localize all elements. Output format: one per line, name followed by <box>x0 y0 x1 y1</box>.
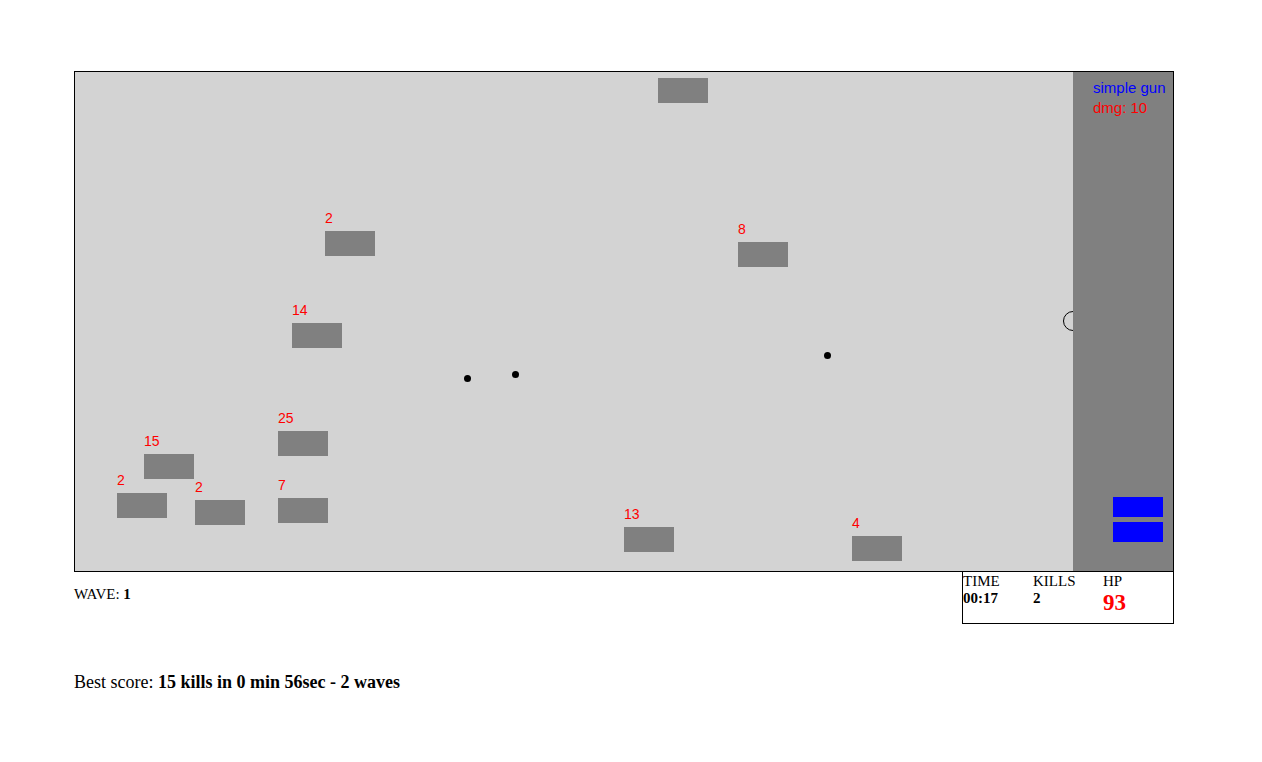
enemy-hp: 2 <box>117 471 125 489</box>
weapon-slot[interactable] <box>1113 497 1163 517</box>
game-board: 28142515227134simple gundmg: 10 <box>74 71 1174 572</box>
enemy-hp: 13 <box>624 505 640 523</box>
stat-value: 2 <box>1033 590 1103 607</box>
enemy-block <box>624 527 674 552</box>
enemy-hp: 8 <box>738 220 746 238</box>
enemy-block <box>738 242 788 267</box>
enemy: 25 <box>278 431 328 456</box>
enemy <box>658 78 708 103</box>
enemy-block <box>278 498 328 523</box>
enemy: 14 <box>292 323 342 348</box>
enemy-hp: 25 <box>278 409 294 427</box>
stat-value: 00:17 <box>963 590 1033 607</box>
game-page: 28142515227134simple gundmg: 10WAVE: 1TI… <box>0 0 1262 693</box>
enemy: 13 <box>624 527 674 552</box>
enemy: 4 <box>852 536 902 561</box>
wave-counter: WAVE: 1 <box>74 572 131 624</box>
enemy-block <box>292 323 342 348</box>
enemy: 2 <box>195 500 245 525</box>
enemy: 7 <box>278 498 328 523</box>
enemy-block <box>852 536 902 561</box>
bullet <box>824 352 831 359</box>
enemy-hp: 15 <box>144 432 160 450</box>
enemy-hp: 2 <box>195 478 203 496</box>
enemy-block <box>325 231 375 256</box>
enemy-block <box>658 78 708 103</box>
stat-label: TIME <box>963 573 1033 590</box>
weapon-name: simple gun <box>1093 78 1173 98</box>
stat-label: KILLS <box>1033 573 1103 590</box>
stat: TIME00:17 <box>963 573 1033 623</box>
enemy-hp: 7 <box>278 476 286 494</box>
weapon-damage: dmg: 10 <box>1093 98 1173 118</box>
enemy-hp: 14 <box>292 301 308 319</box>
enemy-hp: 2 <box>325 209 333 227</box>
enemy: 8 <box>738 242 788 267</box>
enemy-block <box>195 500 245 525</box>
enemy: 15 <box>144 454 194 479</box>
stats-box: TIME00:17KILLS2HP93 <box>962 572 1174 624</box>
weapon-slots <box>1113 497 1163 542</box>
enemy: 2 <box>117 493 167 518</box>
weapon-slot[interactable] <box>1113 522 1163 542</box>
side-panel: simple gundmg: 10 <box>1073 72 1173 571</box>
enemy-block <box>117 493 167 518</box>
stat: KILLS2 <box>1033 573 1103 623</box>
enemy: 2 <box>325 231 375 256</box>
stat: HP93 <box>1103 573 1173 623</box>
info-row: WAVE: 1 TIME00:17KILLS2HP93 <box>74 572 1174 624</box>
enemy-block <box>278 431 328 456</box>
play-field[interactable]: 28142515227134 <box>75 72 1073 571</box>
enemy-block <box>144 454 194 479</box>
stat-value: 93 <box>1103 590 1173 616</box>
best-score: Best score: 15 kills in 0 min 56sec - 2 … <box>74 672 1262 693</box>
enemy-hp: 4 <box>852 514 860 532</box>
bullet <box>464 375 471 382</box>
bullet <box>512 371 519 378</box>
stat-label: HP <box>1103 573 1173 590</box>
